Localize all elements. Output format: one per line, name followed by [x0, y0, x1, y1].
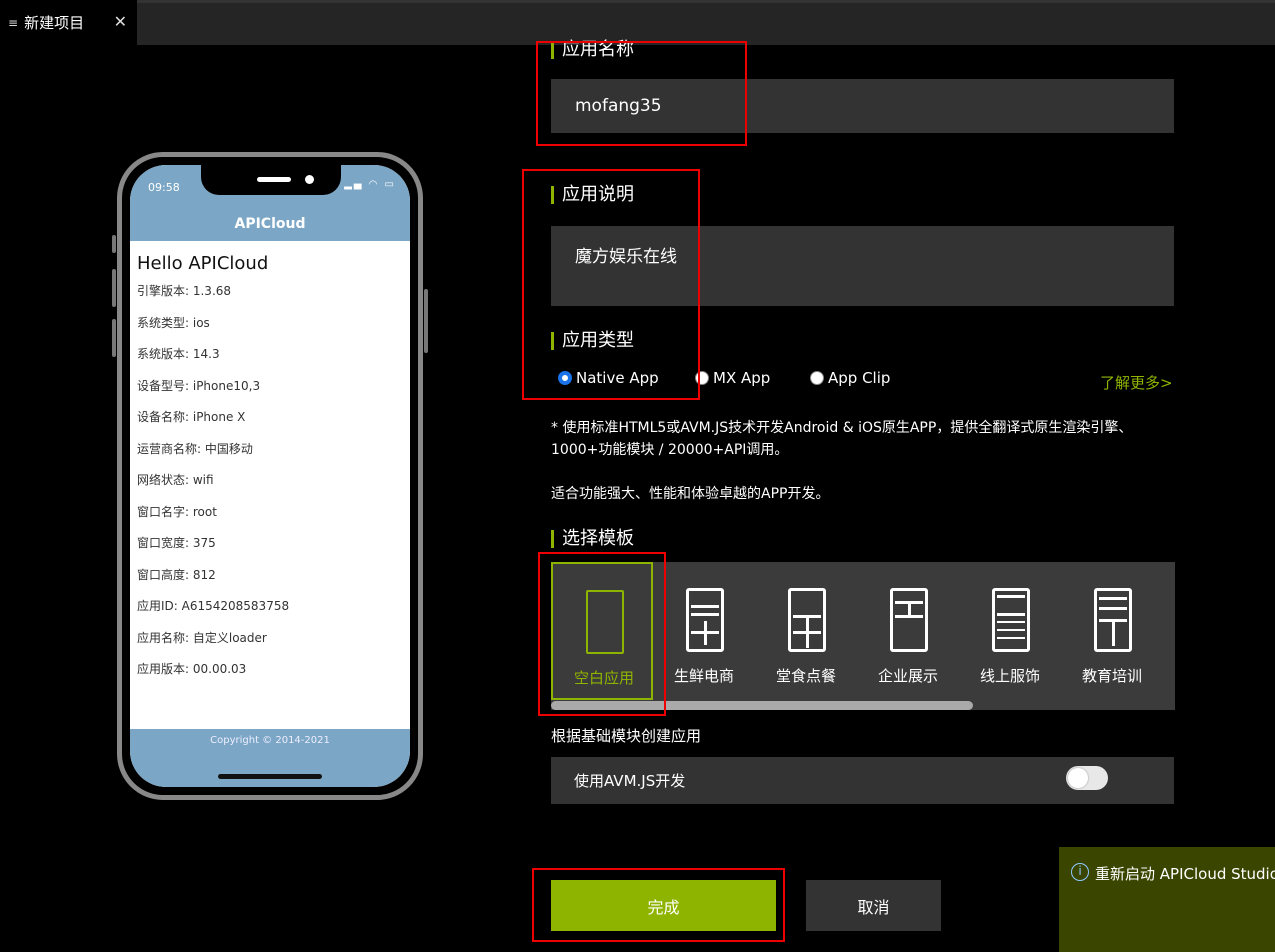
template-label-text: 线上服饰	[979, 667, 1040, 685]
restart-notification[interactable]: i 重新启动 APICloud Studio	[1059, 847, 1275, 952]
template-label-text: 生鲜电商	[673, 667, 734, 685]
scrollbar-thumb[interactable]	[551, 701, 973, 710]
radio-unselected-icon	[810, 371, 824, 385]
template-label: 选择模板	[551, 530, 634, 548]
phone-volume-down	[112, 319, 116, 357]
template-label-text: 空白应用	[573, 669, 634, 687]
app-name-label: 应用名称	[551, 41, 634, 59]
phone-time: 09:58	[148, 181, 180, 194]
info-line: 系统版本: 14.3	[137, 347, 220, 361]
info-line: 设备名称: iPhone X	[137, 410, 246, 424]
home-indicator	[218, 774, 322, 779]
phone-volume-up	[112, 269, 116, 307]
apparel-template-icon	[992, 588, 1030, 652]
template-dine-in[interactable]: 堂食点餐	[755, 562, 857, 700]
app-type-label: 应用类型	[551, 332, 634, 350]
template-list: 空白应用 生鲜电商 堂食点餐 企业展示 线上服饰 教育培训	[551, 562, 1175, 710]
camera-icon	[305, 175, 314, 184]
app-type-suitability: 适合功能强大、性能和体验卓越的APP开发。	[551, 486, 830, 502]
phone-content: Hello APICloud 引擎版本: 1.3.68 系统类型: ios 系统…	[130, 241, 410, 692]
avm-label: 使用AVM.JS开发	[574, 772, 686, 790]
done-button[interactable]: 完成	[551, 880, 776, 931]
radio-label: App Clip	[828, 369, 891, 387]
info-line: 系统类型: ios	[137, 315, 210, 330]
dine-in-template-icon	[788, 588, 826, 652]
phone-hello: Hello APICloud	[137, 253, 269, 274]
info-line: 应用ID: A6154208583758	[137, 599, 290, 613]
info-line: 运营商名称: 中国移动	[137, 441, 253, 456]
phone-screen: 09:58 ▂▄ ◠ ▭ APICloud Hello APICloud 引擎版…	[130, 165, 410, 787]
template-blank[interactable]: 空白应用	[551, 562, 653, 700]
radio-label: Native App	[576, 369, 659, 387]
app-name-input[interactable]: mofang35	[551, 79, 1174, 133]
learn-more-link[interactable]: 了解更多>	[1100, 372, 1173, 393]
base-module-text: 根据基础模块创建应用	[551, 727, 702, 745]
template-enterprise[interactable]: 企业展示	[857, 562, 959, 700]
radio-mx-app[interactable]: MX App	[695, 369, 770, 387]
info-line: 窗口名字: root	[137, 504, 217, 519]
radio-unselected-icon	[695, 371, 709, 385]
info-line: 窗口宽度: 375	[137, 536, 216, 550]
template-label-text: 企业展示	[877, 667, 938, 685]
radio-selected-icon	[558, 371, 572, 385]
info-icon: i	[1071, 863, 1089, 881]
education-template-icon	[1094, 588, 1132, 652]
template-label-text: 堂食点餐	[775, 667, 836, 685]
menu-icon: ≡	[8, 15, 19, 30]
app-type-description: * 使用标准HTML5或AVM.JS技术开发Android & iOS原生APP…	[551, 420, 1133, 458]
phone-power-button	[424, 289, 428, 353]
info-line: 窗口高度: 812	[137, 567, 216, 582]
signal-wifi-battery-icon: ▂▄ ◠ ▭	[344, 179, 396, 190]
blank-template-icon	[586, 590, 624, 654]
notification-text: 重新启动 APICloud Studio	[1095, 865, 1275, 883]
info-line: 引擎版本: 1.3.68	[137, 284, 232, 298]
info-line: 应用版本: 00.00.03	[137, 662, 247, 676]
tab-new-project[interactable]: ≡ 新建项目 ✕	[0, 0, 137, 45]
template-education[interactable]: 教育培训	[1061, 562, 1163, 700]
cancel-button[interactable]: 取消	[806, 880, 941, 931]
tab-bar: ≡ 新建项目 ✕	[0, 0, 1275, 45]
app-desc-input[interactable]: 魔方娱乐在线	[551, 226, 1174, 306]
tab-bar-empty-area	[137, 0, 1275, 45]
close-icon[interactable]: ✕	[114, 12, 127, 31]
radio-label: MX App	[713, 369, 771, 387]
toggle-knob	[1068, 768, 1088, 788]
template-label-text: 教育培训	[1081, 667, 1142, 685]
fresh-ecommerce-template-icon	[686, 588, 724, 652]
tab-label: 新建项目	[24, 14, 85, 32]
template-fresh-ecommerce[interactable]: 生鲜电商	[653, 562, 755, 700]
phone-preview: 09:58 ▂▄ ◠ ▭ APICloud Hello APICloud 引擎版…	[112, 152, 428, 800]
info-line: 设备型号: iPhone10,3	[137, 378, 261, 393]
template-scrollbar[interactable]	[551, 700, 1175, 710]
app-desc-label: 应用说明	[551, 186, 634, 204]
info-line: 网络状态: wifi	[137, 473, 214, 487]
phone-status-bar: 09:58 ▂▄ ◠ ▭	[130, 165, 410, 209]
phone-mute-switch	[112, 235, 116, 253]
avm-toggle[interactable]	[1066, 766, 1108, 790]
enterprise-template-icon	[890, 588, 928, 652]
phone-notch	[201, 165, 341, 195]
info-line: 应用名称: 自定义loader	[137, 630, 267, 645]
speaker-icon	[257, 177, 291, 182]
phone-nav-title: APICloud	[130, 209, 410, 241]
template-apparel[interactable]: 线上服饰	[959, 562, 1061, 700]
radio-app-clip[interactable]: App Clip	[810, 369, 890, 387]
radio-native-app[interactable]: Native App	[558, 369, 659, 387]
copyright-text: Copyright © 2014-2021	[210, 735, 330, 746]
